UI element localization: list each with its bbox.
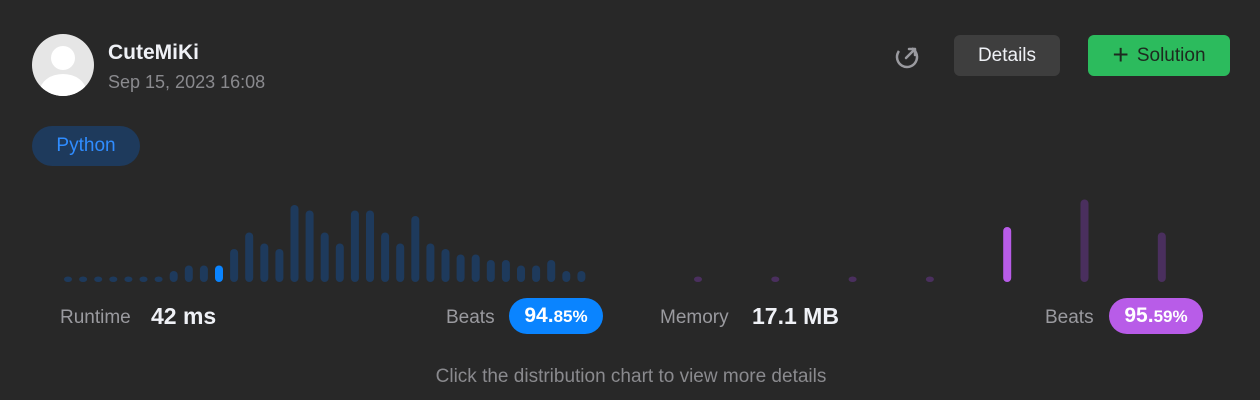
runtime-distribution-bar[interactable] [199, 265, 208, 283]
memory-distribution-bar[interactable] [1157, 232, 1166, 283]
runtime-distribution-bar[interactable] [471, 254, 480, 283]
avatar-body-shape [40, 74, 86, 96]
memory-beats-badge: 95. 59% [1109, 298, 1203, 334]
runtime-distribution-bar[interactable] [124, 276, 133, 283]
runtime-distribution-bar[interactable] [441, 249, 450, 282]
distribution-chart[interactable] [0, 195, 1260, 290]
runtime-beats-int: 94. [524, 304, 554, 327]
details-button-label: Details [977, 44, 1037, 66]
runtime-distribution-bar[interactable] [577, 271, 586, 282]
chart-hint: Click the distribution chart to view mor… [435, 366, 827, 387]
runtime-distribution-bar[interactable] [245, 232, 254, 283]
language-tag[interactable]: Python [32, 126, 140, 166]
runtime-distribution-bar[interactable] [139, 276, 148, 283]
runtime-distribution-bar[interactable] [64, 276, 72, 283]
memory-distribution-bar[interactable] [925, 276, 934, 283]
avatar-head-shape [51, 46, 75, 70]
runtime-value: 42 ms [151, 303, 217, 329]
runtime-distribution-bar[interactable] [547, 260, 556, 282]
runtime-distribution-bar[interactable] [230, 249, 239, 282]
memory-distribution-bar[interactable] [694, 276, 702, 283]
runtime-distribution-bar[interactable] [109, 276, 118, 283]
memory-beats-frac: 59% [1153, 307, 1188, 326]
runtime-beats-badge: 94. 85% [509, 298, 603, 334]
runtime-distribution-bar[interactable] [381, 232, 390, 283]
language-tag-label: Python [56, 135, 116, 156]
runtime-distribution-bar[interactable] [426, 243, 435, 283]
memory-beats-int: 95. [1124, 304, 1154, 327]
memory-value: 17.1 MB [752, 303, 839, 329]
runtime-distribution-bar[interactable] [366, 210, 374, 283]
memory-label: Memory [660, 307, 729, 328]
memory-distribution-bar[interactable] [1003, 227, 1012, 282]
runtime-distribution-bar[interactable] [305, 210, 314, 283]
runtime-distribution-bar[interactable] [517, 265, 525, 283]
runtime-label: Runtime [60, 307, 131, 328]
solution-button-label: Solution [1136, 44, 1206, 66]
runtime-distribution-bar[interactable] [79, 276, 88, 283]
runtime-distribution-bar[interactable] [335, 243, 344, 283]
runtime-distribution-bar[interactable] [396, 243, 405, 283]
username[interactable]: CuteMiKi [108, 41, 199, 65]
runtime-distribution-bar[interactable] [486, 260, 495, 282]
add-solution-button[interactable]: + Solution [1088, 35, 1230, 76]
runtime-distribution-bar[interactable] [154, 276, 163, 283]
memory-distribution-bar[interactable] [771, 276, 780, 283]
runtime-distribution-bar[interactable] [456, 254, 465, 283]
share-button[interactable] [892, 42, 922, 72]
runtime-distribution-bar[interactable] [320, 232, 329, 283]
runtime-distribution-bar[interactable] [94, 276, 103, 283]
runtime-distribution-bar[interactable] [532, 265, 541, 283]
runtime-beats-label: Beats [446, 307, 495, 328]
runtime-distribution-bar[interactable] [275, 249, 284, 282]
runtime-distribution-bar[interactable] [411, 216, 420, 282]
submission-timestamp: Sep 15, 2023 16:08 [108, 72, 266, 92]
details-button[interactable]: Details [954, 35, 1060, 76]
memory-distribution-bar[interactable] [1080, 199, 1089, 283]
runtime-distribution-bar[interactable] [260, 243, 269, 283]
runtime-distribution-bar[interactable] [562, 271, 571, 282]
memory-distribution-bar[interactable] [848, 276, 857, 283]
runtime-distribution-bar[interactable] [350, 210, 359, 283]
runtime-distribution-bar[interactable] [215, 265, 223, 283]
runtime-beats-frac: 85% [553, 307, 588, 326]
runtime-distribution-bar[interactable] [184, 265, 193, 283]
memory-beats-label: Beats [1045, 307, 1094, 328]
share-icon [895, 45, 919, 69]
runtime-distribution-bar[interactable] [290, 205, 299, 282]
avatar[interactable] [32, 34, 94, 96]
runtime-distribution-bar[interactable] [501, 260, 510, 282]
plus-icon: + [1112, 38, 1129, 70]
runtime-distribution-bar[interactable] [169, 271, 178, 282]
